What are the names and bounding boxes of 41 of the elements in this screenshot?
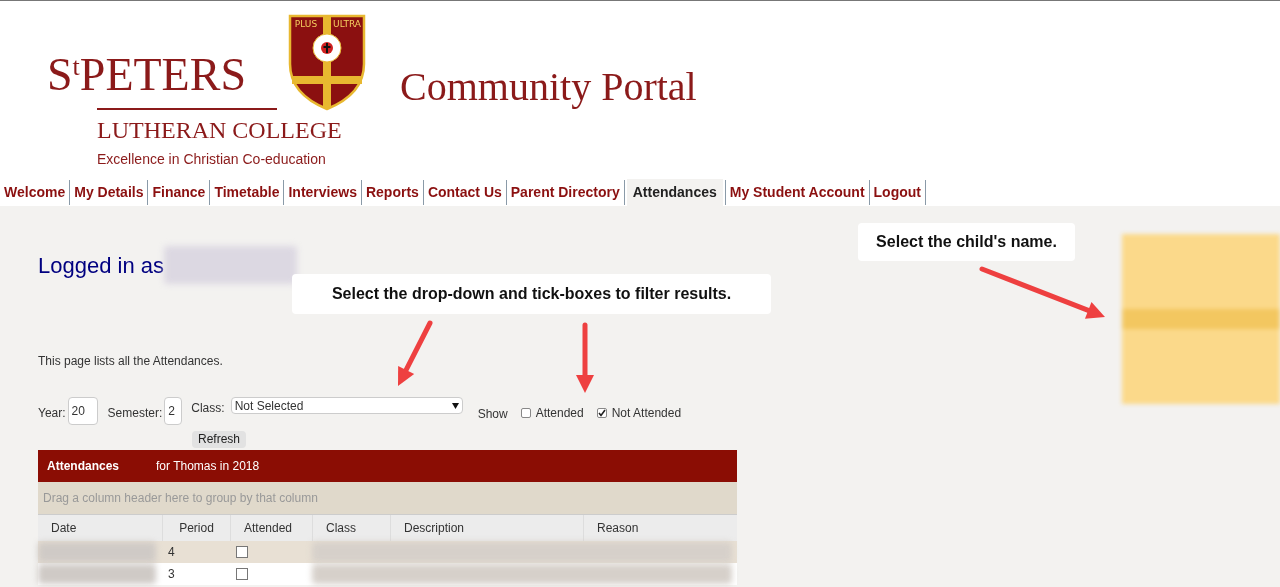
table-cell-text: 4	[167, 544, 176, 561]
nav-tab[interactable]: My Details	[72, 179, 146, 206]
shield-crest-icon: PLUS ULTRA	[288, 14, 366, 111]
nav-tab[interactable]: Reports	[363, 179, 421, 206]
callout-note: Select the drop-down and tick-boxes to filter results.	[292, 274, 771, 314]
nav-tab[interactable]: Interviews	[286, 179, 359, 206]
show-label: Show	[477, 406, 508, 423]
nav-tab[interactable]: Parent Directory	[508, 179, 622, 206]
nav-tab[interactable]: Contact Us	[425, 179, 504, 206]
semester-field[interactable]: 2	[164, 397, 183, 425]
nav-tab[interactable]: Finance	[150, 179, 208, 206]
refresh-button[interactable]: Refresh	[192, 430, 247, 448]
nav-tab[interactable]: Timetable	[212, 179, 282, 206]
nav-tab[interactable]: Welcome	[2, 179, 68, 206]
class-label: Class:	[191, 400, 225, 417]
logo-tagline: Excellence in Christian Co-education	[97, 152, 326, 166]
attended-checkbox[interactable]	[236, 568, 248, 580]
portal-title: Community Portal	[400, 67, 697, 107]
attended-checkbox[interactable]	[236, 546, 248, 558]
filter-checkbox[interactable]: Attended	[520, 404, 584, 422]
tick-icon	[597, 409, 606, 417]
table-cell-text: 3	[167, 566, 176, 583]
nav-tab[interactable]: Attendances	[626, 179, 723, 206]
logged-in-label: Logged in as	[38, 251, 164, 280]
dropdown-caret-icon	[451, 402, 459, 409]
nav-tab[interactable]: Logout	[871, 179, 923, 206]
logo-subtitle: LUTHERAN COLLEGE	[97, 118, 342, 142]
year-field[interactable]: 20	[67, 397, 98, 425]
filter-checkbox[interactable]: Not Attended	[596, 404, 682, 422]
group-hint: Drag a column header here to group by that column	[43, 490, 318, 507]
table-title: Attendances	[47, 458, 120, 475]
year-label: Year:	[38, 405, 66, 422]
arrow-icon	[395, 320, 433, 389]
arrow-icon	[979, 266, 1108, 322]
intro-text: This page lists all the Attendances.	[38, 353, 224, 370]
nav-tab[interactable]: My Student Account	[727, 179, 867, 206]
callout-note: Select the child's name.	[858, 223, 1075, 261]
column-header[interactable]: Date	[38, 515, 162, 541]
semester-label: Semester:	[107, 405, 163, 422]
table-subtitle: for Thomas in 2018	[156, 458, 260, 475]
class-select[interactable]: Not Selected	[230, 397, 463, 414]
